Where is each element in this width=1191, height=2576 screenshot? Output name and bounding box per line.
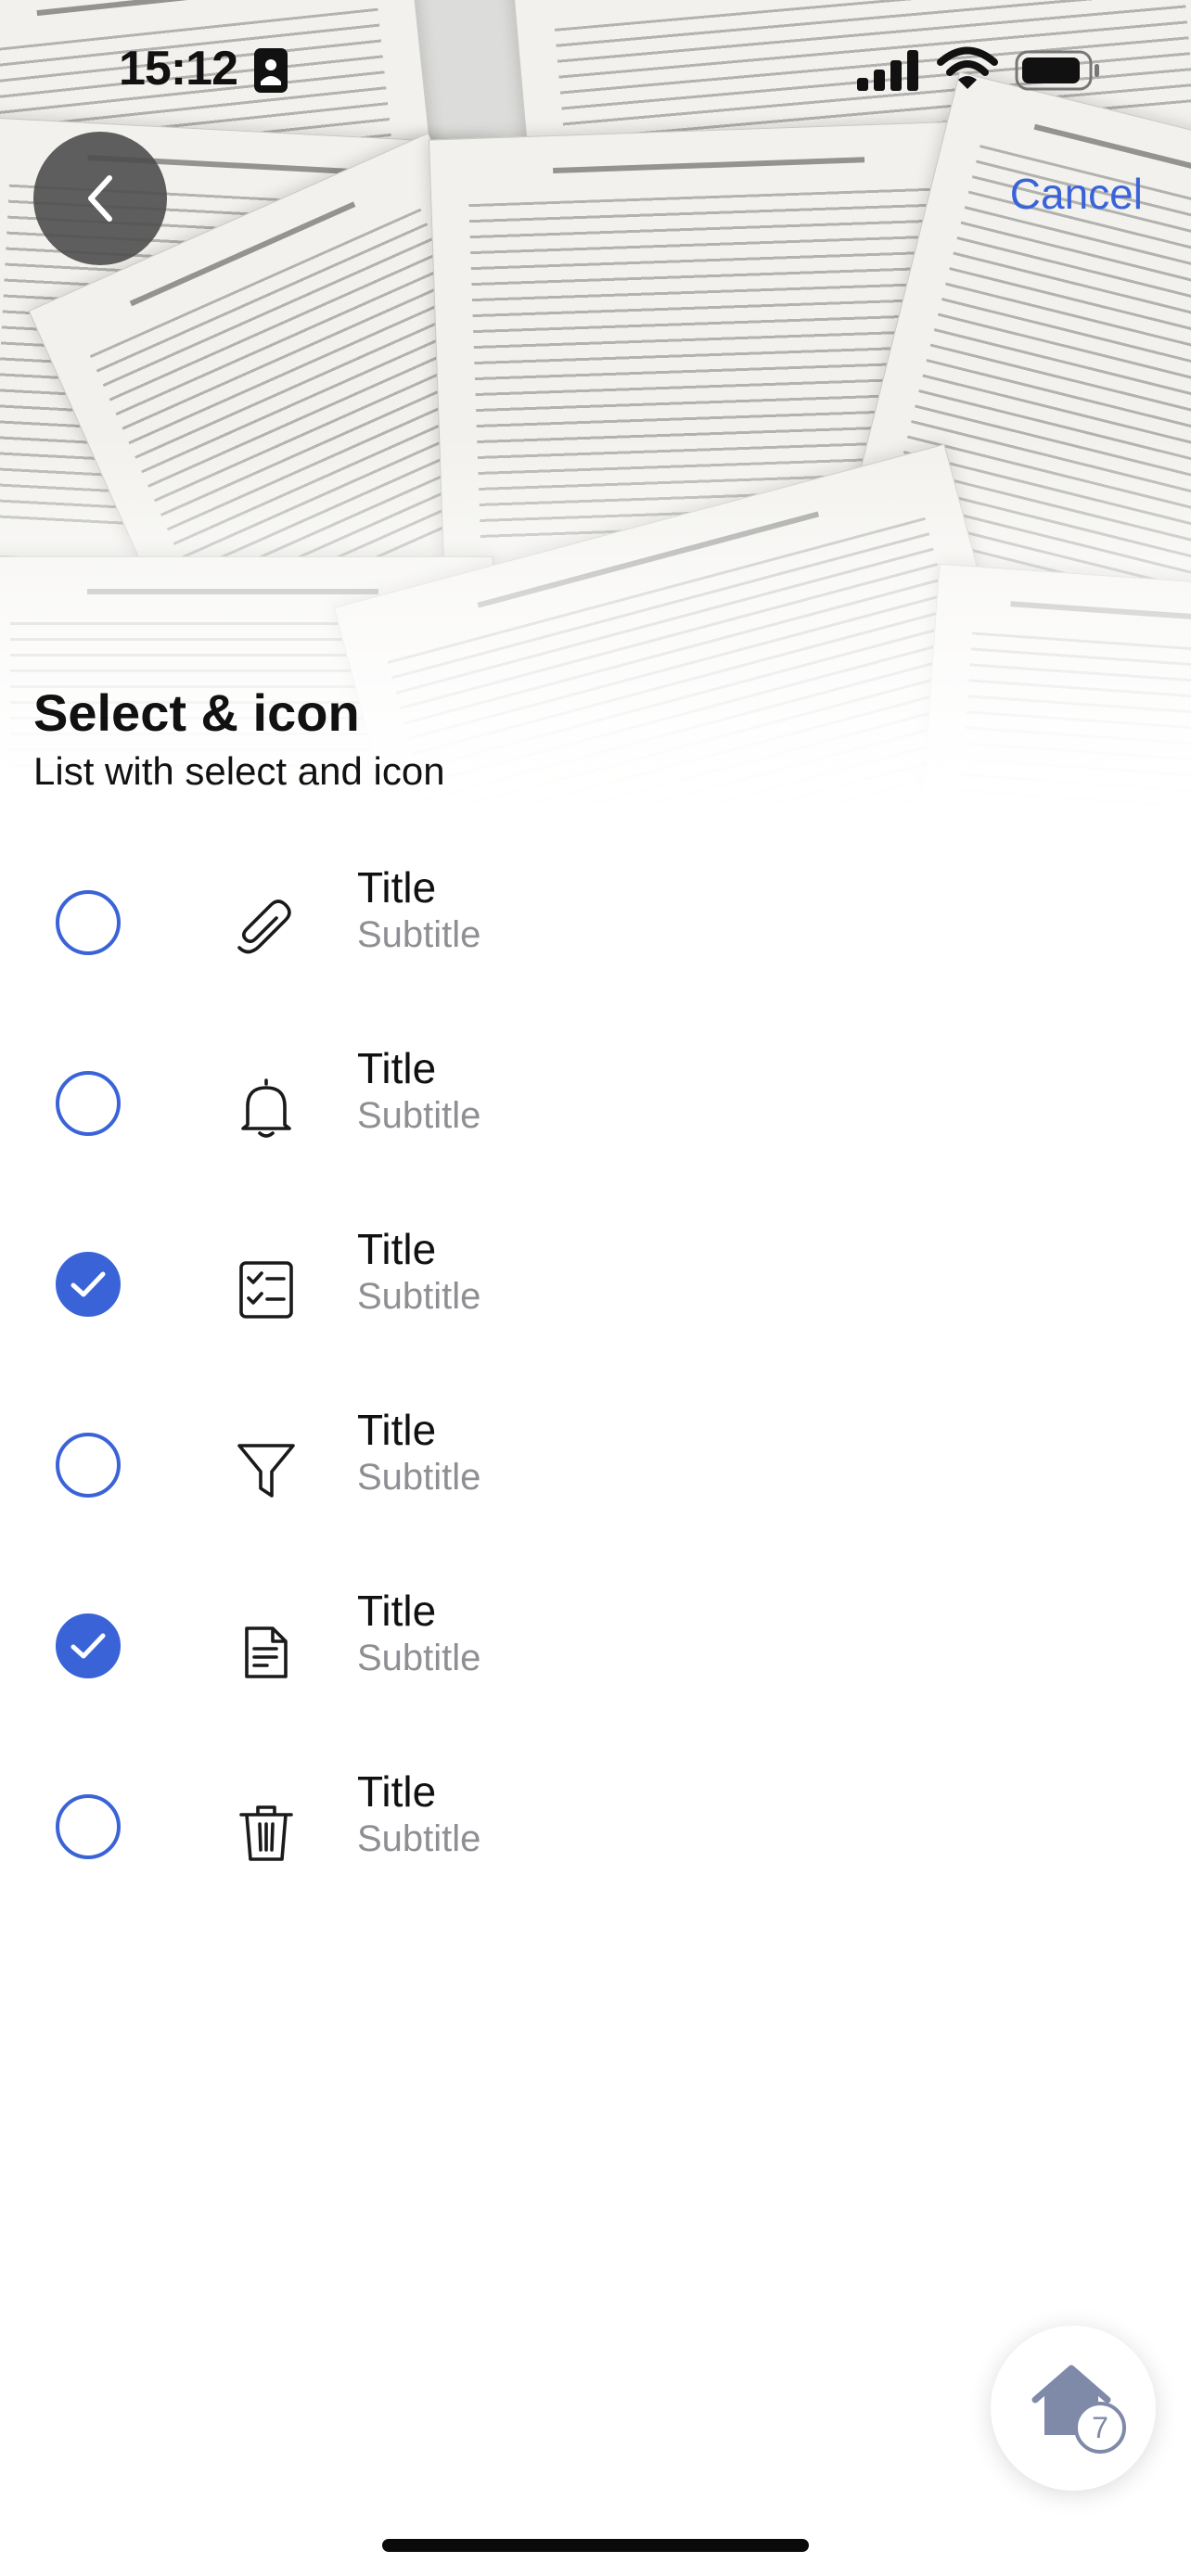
list-item-subtitle: Subtitle: [357, 1457, 481, 1498]
cellular-signal-icon: [857, 50, 918, 91]
battery-icon: [1015, 50, 1099, 91]
list-item[interactable]: Title Subtitle: [0, 1015, 1191, 1196]
wifi-icon: [937, 46, 998, 89]
notification-badge: 7: [1074, 2402, 1126, 2454]
list-item-title: Title: [357, 1587, 437, 1635]
list-item-subtitle: Subtitle: [357, 1095, 481, 1136]
checklist-icon: [239, 1261, 293, 1319]
paperclip-icon: [237, 899, 291, 954]
radio-unchecked[interactable]: [56, 1794, 121, 1859]
home-indicator: [382, 2539, 809, 2552]
list-item-title: Title: [357, 1767, 437, 1816]
radio-checked[interactable]: [56, 1613, 121, 1678]
list-item[interactable]: Title Subtitle: [0, 1377, 1191, 1558]
list-item[interactable]: Title Subtitle: [0, 1739, 1191, 1919]
document-icon: [245, 1626, 288, 1678]
select-list: Title Subtitle Title Subtitle Title Subt…: [0, 835, 1191, 1919]
page-subtitle: List with select and icon: [33, 749, 445, 793]
radio-unchecked[interactable]: [56, 1071, 121, 1136]
chevron-left-icon: [88, 175, 112, 222]
list-item-subtitle: Subtitle: [357, 914, 481, 955]
list-item-subtitle: Subtitle: [357, 1818, 481, 1859]
list-item-subtitle: Subtitle: [357, 1638, 481, 1678]
back-button[interactable]: [33, 132, 167, 265]
radio-unchecked[interactable]: [56, 890, 121, 955]
radio-unchecked[interactable]: [56, 1433, 121, 1498]
list-item-title: Title: [357, 1225, 437, 1273]
bell-icon: [241, 1078, 291, 1138]
list-item-title: Title: [357, 1406, 437, 1454]
list-item-title: Title: [357, 863, 437, 912]
list-item[interactable]: Title Subtitle: [0, 1558, 1191, 1739]
radio-checked[interactable]: [56, 1252, 121, 1317]
list-item[interactable]: Title Subtitle: [0, 835, 1191, 1015]
list-item[interactable]: Title Subtitle: [0, 1196, 1191, 1377]
status-time: 15:12: [119, 42, 238, 96]
home-button[interactable]: 7: [991, 2326, 1156, 2491]
checkmark-icon: [70, 1633, 106, 1659]
list-item-subtitle: Subtitle: [357, 1276, 481, 1317]
list-item-title: Title: [357, 1044, 437, 1092]
checkmark-icon: [70, 1271, 106, 1297]
filter-icon: [237, 1444, 295, 1498]
portrait-lock-icon: [254, 48, 288, 93]
trash-icon: [239, 1805, 293, 1861]
cancel-button[interactable]: Cancel: [1010, 169, 1143, 219]
page-title: Select & icon: [33, 683, 360, 742]
